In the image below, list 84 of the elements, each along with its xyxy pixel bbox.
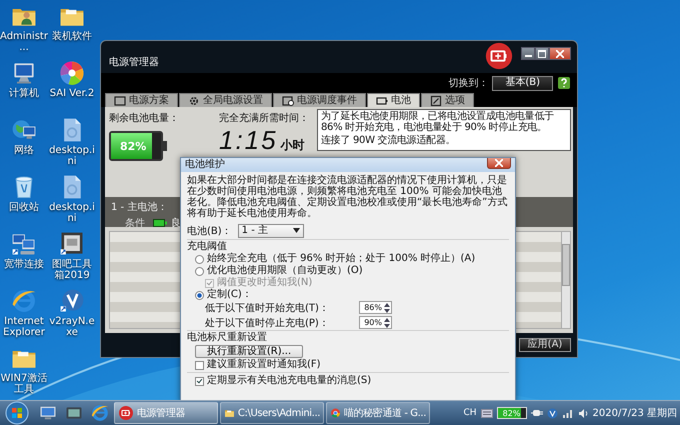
battery-icon — [484, 41, 514, 71]
icon-label[interactable]: 装机软件 — [52, 31, 92, 42]
icon-label[interactable]: 计算机 — [9, 88, 39, 99]
scrollbar[interactable] — [562, 231, 571, 329]
checkbox-icon — [430, 94, 442, 106]
time-unit: 小时 — [280, 137, 305, 154]
app-tray-icon[interactable] — [546, 408, 558, 418]
browser-icon[interactable] — [10, 287, 38, 315]
calendar-clock-icon — [282, 94, 294, 106]
minimize-button[interactable] — [521, 47, 535, 60]
speaker-icon[interactable] — [578, 408, 589, 418]
icon-label[interactable]: 图吧工具箱2019 — [48, 259, 96, 281]
group-label: 电池标尺重新设置 — [187, 332, 268, 344]
radio-button[interactable] — [195, 290, 204, 300]
icon-label[interactable]: desktop.ini — [48, 202, 96, 224]
battery-icon — [153, 219, 167, 227]
battery-percent: 82% — [120, 140, 146, 152]
checkbox-label: 阈值更改时通知我(N) — [217, 277, 312, 288]
close-button[interactable] — [487, 158, 511, 169]
condition-value: 良 — [171, 216, 181, 230]
apply-button[interactable]: 应用(A) — [519, 338, 571, 352]
group-label: 充电阈值 — [187, 241, 228, 253]
plug-icon[interactable] — [530, 408, 543, 418]
radio-button[interactable] — [195, 266, 204, 276]
spinner-arrows-icon — [384, 316, 390, 328]
spinner-arrows-icon — [384, 302, 390, 314]
checkbox[interactable] — [195, 360, 204, 370]
battery-heading: 1 - 主电池： — [111, 200, 168, 214]
icon-label[interactable]: 宽带连接 — [4, 259, 44, 270]
taskbar-button[interactable]: C:\Users\Admini... — [220, 402, 324, 424]
tab[interactable]: 电池 — [367, 93, 420, 107]
threshold-label: 低于以下值时开始充电(T)： — [205, 302, 330, 314]
spin-field[interactable]: 86% — [359, 301, 392, 314]
dropdown-arrow-icon — [292, 228, 300, 233]
icon-label[interactable]: desktop.ini — [48, 145, 96, 167]
checkbox[interactable] — [195, 376, 204, 386]
color-wheel-icon[interactable] — [58, 59, 86, 87]
icon-label[interactable]: 回收站 — [9, 202, 39, 213]
battery-icon — [118, 405, 134, 421]
date-text[interactable]: 2020/7/23 星期四 — [592, 406, 677, 420]
basic-mode-button[interactable]: 基本(B) — [492, 76, 553, 90]
info-text: 连接了 90W 交流电源适配器。 — [321, 135, 456, 146]
icon-label[interactable]: v2rayN.exe — [48, 316, 96, 338]
spin-field[interactable]: 90% — [359, 316, 392, 329]
icon-label[interactable]: SAI Ver.2 — [50, 88, 94, 99]
help-icon[interactable] — [557, 76, 571, 90]
radio-label: 定制(C)： — [207, 289, 252, 301]
charge-time-label: 完全充满所需时间： — [219, 112, 310, 125]
gear-icon — [188, 94, 200, 106]
threshold-label: 处于以下值时停止充电(P)： — [205, 316, 330, 330]
tab[interactable]: 选项 — [421, 93, 474, 107]
start-button[interactable] — [5, 401, 29, 425]
taskbar-button[interactable]: 喵的秘密通道 - G... — [326, 402, 430, 424]
checkbox-label: 定期显示有关电池充电电量的消息(S) — [207, 375, 372, 387]
network-icon[interactable] — [562, 408, 574, 418]
language-indicator[interactable]: CH — [463, 408, 477, 418]
tab[interactable]: 电源方案 — [105, 93, 178, 107]
tab[interactable]: 电源调度事件 — [273, 93, 366, 107]
icon-label[interactable]: Administr... — [0, 31, 48, 53]
condition-label: 条件 — [125, 217, 145, 230]
info-text: 为了延长电池使用期限，已将电池设置成电池电量低于 86% 时开始充电，电池电量处于 90% 时停止充电。 — [321, 111, 555, 133]
browser-icon[interactable] — [90, 403, 110, 423]
close-button[interactable] — [549, 47, 571, 60]
reset-button[interactable]: 执行重新设置(R)... — [195, 345, 303, 358]
intro-text: 如果在大部分时间都是在连接交流电源适配器的情况下使用计算机，只是在少数时间使用电池电源，则频繁将电池充电至 100% 可能会加快电池老化。降低电池充电阈值、定期设置电池校准或使用“最长电池寿命”方式将有助于延长电池使用寿命。 — [187, 175, 508, 219]
switch-label: 切换到： — [448, 76, 488, 90]
maximize-button[interactable] — [535, 47, 549, 60]
checkbox-label: 建议重新设置时通知我(F) — [207, 359, 321, 371]
window-title: 电源管理器 — [109, 56, 159, 69]
icon-label[interactable]: 网络 — [14, 145, 34, 156]
radio-label: 优化电池使用期限（自动更改）(O) — [207, 265, 363, 276]
icon-label[interactable]: WIN7激活工具 — [0, 373, 48, 395]
battery-select-label: 电池(B)： — [187, 224, 232, 238]
radio-label: 始终完全充电（低于 96% 时开始；处于 100% 时停止）(A) — [207, 253, 476, 264]
window-icon — [114, 94, 126, 106]
battery-icon — [376, 94, 388, 106]
charge-time-value: 1:15 — [219, 127, 278, 154]
radio-button[interactable] — [195, 254, 204, 264]
keyboard-icon[interactable] — [480, 408, 493, 418]
battery-dropdown[interactable]: 1 - 主 — [238, 224, 304, 238]
battery-label: 剩余电池电量： — [109, 112, 180, 125]
dialog-title: 电池维护 — [185, 158, 225, 172]
icon-label[interactable]: Internet Explorer — [0, 316, 48, 338]
tab[interactable]: 全局电源设置 — [179, 93, 272, 107]
